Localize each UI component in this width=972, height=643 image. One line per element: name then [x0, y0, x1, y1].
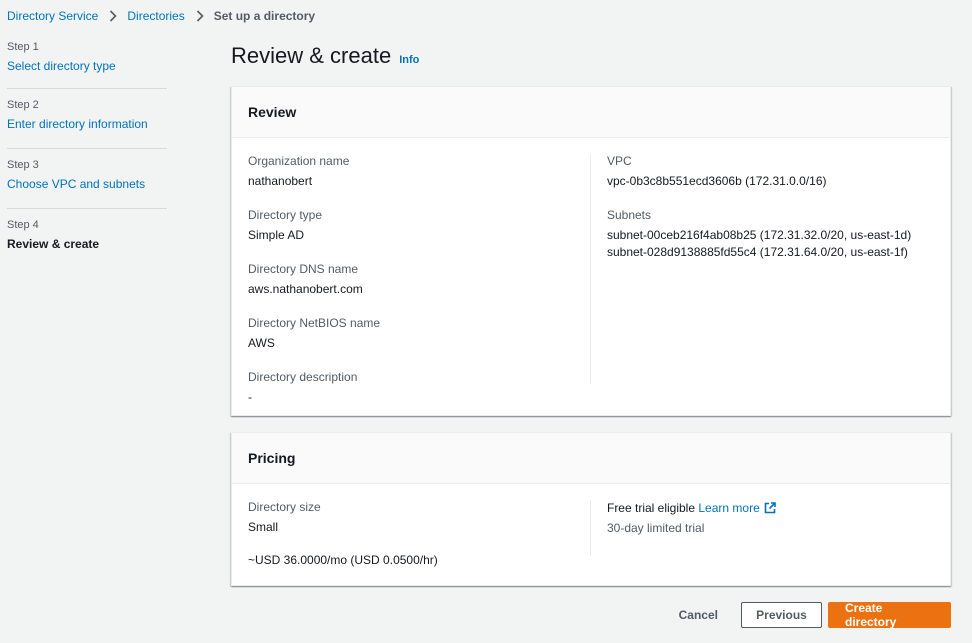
page-header: Review & create Info — [231, 43, 419, 69]
field-label: Directory DNS name — [248, 262, 359, 276]
step-number: Step 1 — [7, 41, 39, 53]
wizard-steps: Step 1 Select directory type Step 2 Ente… — [7, 37, 167, 269]
review-panel-title: Review — [248, 104, 297, 120]
subnets-field: Subnets subnet-00ceb216f4ab08b25 (172.31… — [607, 208, 934, 261]
price-estimate: ~USD 36.0000/mo (USD 0.0500/hr) — [248, 553, 438, 567]
field-value: vpc-0b3c8b551ecd3606b (172.31.0.0/16) — [606, 174, 827, 188]
directory-size-field: Directory size Small — [248, 500, 590, 536]
field-label: Directory type — [248, 208, 323, 222]
free-trial-line: Free trial eligible Learn more — [607, 500, 934, 517]
breadcrumb-current: Set up a directory — [213, 9, 316, 23]
field-value: nathanobert — [248, 174, 313, 188]
field-value: aws.nathanobert.com — [248, 282, 363, 296]
step-number: Step 4 — [7, 219, 39, 231]
info-link[interactable]: Info — [399, 54, 419, 66]
pricing-panel-header: Pricing — [232, 433, 950, 484]
pricing-panel-title: Pricing — [248, 450, 296, 466]
external-link-icon[interactable] — [764, 502, 776, 514]
vpc-field: VPC vpc-0b3c8b551ecd3606b (172.31.0.0/16… — [607, 154, 934, 190]
pricing-panel-body: Directory size Small ~USD 36.0000/mo (US… — [232, 484, 950, 572]
field-value: Small — [248, 520, 279, 534]
wizard-actions: Cancel Previous Create directory — [679, 601, 951, 629]
free-trial-label: Free trial eligible — [606, 501, 696, 515]
create-directory-button[interactable]: Create directory — [828, 601, 951, 629]
review-panel: Review Organization name nathanobert Dir… — [231, 86, 951, 416]
page-title: Review & create — [231, 43, 392, 68]
field-label: Directory size — [248, 500, 321, 514]
step-link-choose-vpc-and-subnets[interactable]: Choose VPC and subnets — [7, 177, 167, 191]
step-link-enter-directory-information[interactable]: Enter directory information — [7, 117, 167, 131]
review-panel-header: Review — [232, 87, 950, 138]
breadcrumb: Directory Service Directories Set up a d… — [7, 9, 315, 23]
pricing-panel: Pricing Directory size Small ~USD 36.000… — [231, 432, 951, 586]
field-label: Directory description — [248, 370, 358, 384]
step-number: Step 3 — [7, 159, 39, 171]
pricing-left-column: Directory size Small ~USD 36.0000/mo (US… — [248, 500, 591, 567]
subnet-item: subnet-028d9138885fd55c4 (172.31.64.0/20… — [606, 245, 908, 259]
wizard-step-2: Step 2 Enter directory information — [7, 89, 167, 149]
directory-netbios-name-field: Directory NetBIOS name AWS — [248, 316, 590, 352]
wizard-step-3: Step 3 Choose VPC and subnets — [7, 149, 167, 209]
cancel-button[interactable]: Cancel — [679, 608, 718, 622]
learn-more-link[interactable]: Learn more — [698, 501, 759, 515]
chevron-right-icon — [109, 10, 117, 22]
field-label: Directory NetBIOS name — [248, 316, 381, 330]
field-value: - — [248, 390, 252, 404]
step-link-select-directory-type[interactable]: Select directory type — [7, 59, 167, 73]
previous-button[interactable]: Previous — [741, 602, 822, 628]
field-label: Subnets — [606, 208, 652, 222]
chevron-right-icon — [196, 10, 204, 22]
breadcrumb-directories[interactable]: Directories — [127, 9, 184, 23]
step-number: Step 2 — [7, 99, 39, 111]
review-left-column: Organization name nathanobert Directory … — [248, 154, 591, 404]
pricing-right-column: Free trial eligible Learn more 30-day li… — [591, 500, 934, 556]
review-right-column: VPC vpc-0b3c8b551ecd3606b (172.31.0.0/16… — [591, 154, 934, 384]
field-label: VPC — [606, 154, 632, 168]
directory-type-field: Directory type Simple AD — [248, 208, 590, 244]
wizard-step-1: Step 1 Select directory type — [7, 37, 167, 89]
field-value: AWS — [248, 336, 275, 350]
trial-note: 30-day limited trial — [606, 521, 705, 535]
step-current-review-create: Review & create — [7, 237, 100, 251]
organization-name-field: Organization name nathanobert — [248, 154, 590, 190]
directory-dns-name-field: Directory DNS name aws.nathanobert.com — [248, 262, 590, 298]
directory-description-field: Directory description - — [248, 370, 590, 406]
field-label: Organization name — [248, 154, 350, 168]
subnet-item: subnet-00ceb216f4ab08b25 (172.31.32.0/20… — [606, 228, 912, 242]
wizard-step-4: Step 4 Review & create — [7, 209, 167, 269]
review-panel-body: Organization name nathanobert Directory … — [232, 138, 950, 404]
field-value: Simple AD — [248, 228, 305, 242]
breadcrumb-directory-service[interactable]: Directory Service — [7, 9, 98, 23]
